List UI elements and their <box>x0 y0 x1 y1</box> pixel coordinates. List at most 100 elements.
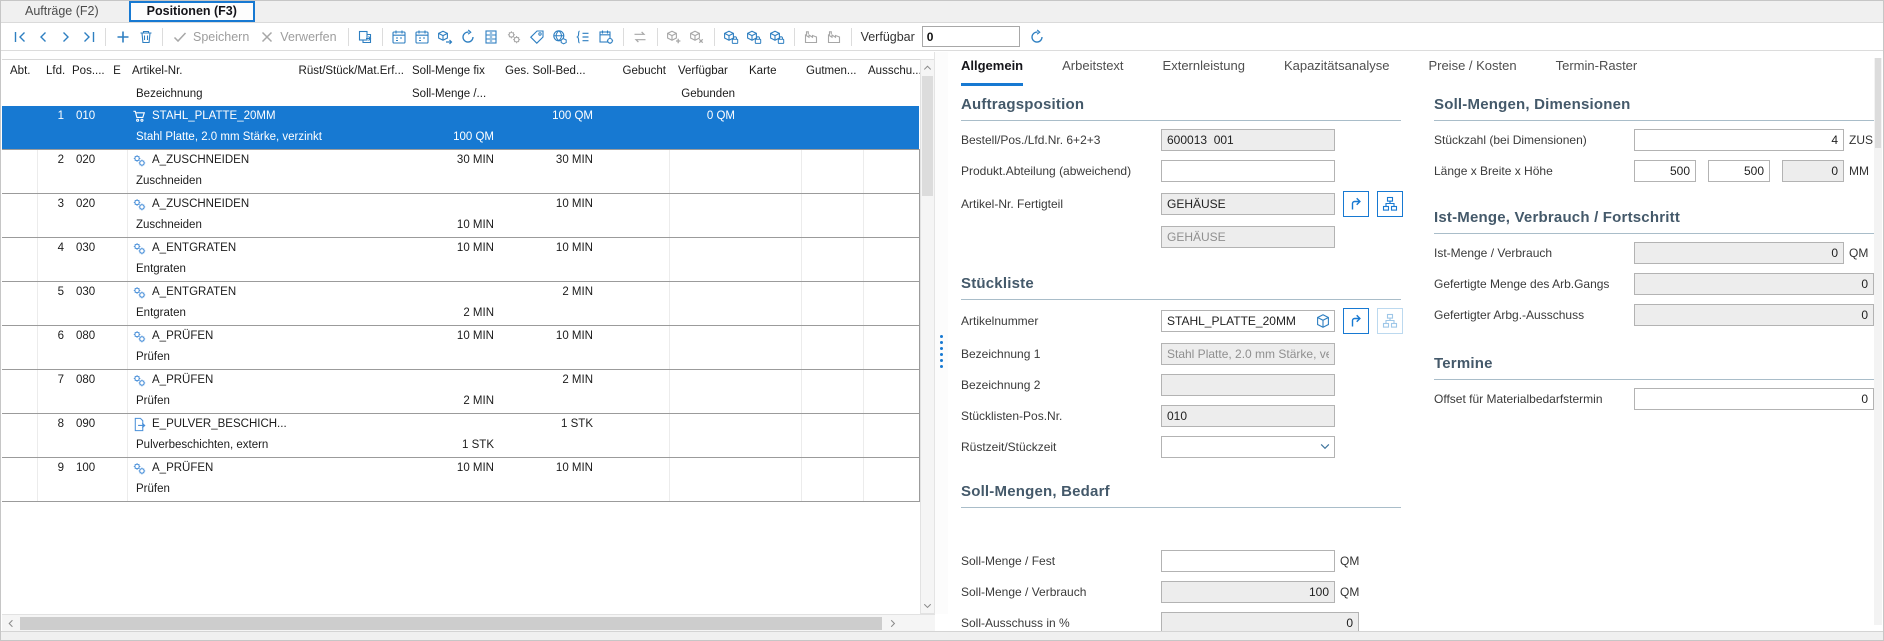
refresh-icon[interactable] <box>1028 27 1047 46</box>
col-header-karte[interactable]: Karte <box>739 60 802 83</box>
table-row[interactable]: 3 020 A_ZUSCHNEIDEN 10 MIN Zuschneiden 1… <box>2 194 920 238</box>
globe-cube-icon[interactable] <box>551 27 570 46</box>
cube-remove-icon[interactable] <box>688 27 707 46</box>
produkt-abteilung-field[interactable] <box>1161 160 1335 182</box>
cube-lock-icon[interactable] <box>745 27 764 46</box>
offset-field[interactable] <box>1634 388 1874 410</box>
first-record-icon[interactable] <box>10 27 29 46</box>
goto-article-button[interactable] <box>1343 191 1369 217</box>
bezeichnung2-field <box>1161 374 1335 396</box>
calendar-gear-icon[interactable] <box>597 27 616 46</box>
gears-icon[interactable] <box>505 27 524 46</box>
bom-structure-button[interactable] <box>1377 191 1403 217</box>
save-check-icon[interactable] <box>170 27 189 46</box>
tag-icon[interactable] <box>528 27 547 46</box>
ist-menge-field[interactable] <box>1634 242 1844 264</box>
table-row[interactable]: 6 080 A_PRÜFEN 10 MIN 10 MIN Prüfen <box>2 326 920 370</box>
fertigteil-field[interactable] <box>1161 193 1335 215</box>
bestell-field[interactable] <box>1161 129 1335 151</box>
laenge-field[interactable] <box>1634 160 1696 182</box>
col-header-soll-menge[interactable]: Soll-Menge /... <box>408 83 501 106</box>
table-row[interactable]: 5 030 A_ENTGRATEN 2 MIN Entgraten 2 MIN <box>2 282 920 326</box>
tab-auftraege[interactable]: Aufträge (F2) <box>9 1 115 22</box>
goto-article-button[interactable] <box>1343 308 1369 334</box>
breite-field[interactable] <box>1708 160 1770 182</box>
col-header-verfuegbar[interactable]: Verfügbar <box>670 60 739 83</box>
table-row[interactable]: 7 080 A_PRÜFEN 2 MIN Prüfen 2 MIN <box>2 370 920 414</box>
gears-icon <box>131 329 147 345</box>
col-header-ruest[interactable]: Rüst/Stück/Mat.Erf... <box>293 60 408 83</box>
cabinet-icon[interactable] <box>482 27 501 46</box>
col-header-bezeichnung[interactable]: Bezeichnung <box>128 83 293 106</box>
col-header-gutmenge[interactable]: Gutmen... <box>802 60 864 83</box>
hoehe-field[interactable] <box>1782 160 1844 182</box>
col-header-lfd[interactable]: Lfd. <box>38 60 68 83</box>
scrollbar-thumb[interactable] <box>1875 58 1881 148</box>
cube-plus-icon[interactable] <box>665 27 684 46</box>
scroll-down-icon[interactable] <box>921 598 934 613</box>
col-header-pos[interactable]: Pos.... <box>68 60 106 83</box>
grid-horizontal-scrollbar[interactable] <box>2 614 935 631</box>
list-icon[interactable] <box>574 27 593 46</box>
delete-row-icon[interactable] <box>136 27 155 46</box>
col-header-abt[interactable]: Abt. <box>2 60 38 83</box>
scrollbar-thumb[interactable] <box>20 617 882 630</box>
cube-lock-icon[interactable] <box>722 27 741 46</box>
factory-icon[interactable] <box>802 27 821 46</box>
soll-menge-fest-field[interactable] <box>1161 550 1335 572</box>
cell-verfuegbar <box>670 326 739 347</box>
arbg-ausschuss-field[interactable] <box>1634 304 1874 326</box>
artikelnummer-field[interactable] <box>1161 310 1335 332</box>
discard-button[interactable]: Verwerfen <box>280 30 336 44</box>
scroll-right-icon[interactable] <box>884 615 900 631</box>
tab-positionen[interactable]: Positionen (F3) <box>129 1 255 22</box>
scrollbar-thumb[interactable] <box>922 76 933 196</box>
col-header-gebucht[interactable]: Gebucht <box>602 60 670 83</box>
table-row[interactable]: 9 100 A_PRÜFEN 10 MIN 10 MIN Prüfen <box>2 458 920 502</box>
transfer-arrows-icon[interactable] <box>631 27 650 46</box>
col-header-ges-soll[interactable]: Ges. Soll-Bed... <box>501 60 602 83</box>
col-header-soll-fix[interactable]: Soll-Menge fix <box>408 60 501 83</box>
stueckzahl-field[interactable] <box>1634 129 1844 151</box>
next-record-icon[interactable] <box>56 27 75 46</box>
col-header-e[interactable]: E <box>106 60 128 83</box>
cube-arrow-icon[interactable] <box>436 27 455 46</box>
table-row[interactable]: 4 030 A_ENTGRATEN 10 MIN 10 MIN Entgrate… <box>2 238 920 282</box>
table-row[interactable]: 8 090 E_PULVER_BESCHICH... 1 STK Pulverb… <box>2 414 920 458</box>
separator <box>348 28 349 46</box>
gefertigte-menge-field[interactable] <box>1634 273 1874 295</box>
table-row[interactable]: 1 010 STAHL_PLATTE_20MM 100 QM 0 QM Stah… <box>2 106 920 150</box>
ruestzeit-field[interactable] <box>1161 436 1335 458</box>
fertigteil-label: Artikel-Nr. Fertigteil <box>961 197 1161 211</box>
splitter-handle-icon[interactable] <box>940 335 943 368</box>
stuecklisten-posnr-field[interactable] <box>1161 405 1335 427</box>
col-header-ausschuss[interactable]: Ausschu... <box>864 60 920 83</box>
save-button[interactable]: Speichern <box>193 30 249 44</box>
verfuegbar-input[interactable] <box>922 26 1020 47</box>
table-row[interactable]: 2 020 A_ZUSCHNEIDEN 30 MIN 30 MIN Zuschn… <box>2 150 920 194</box>
detail-right-column: Soll-Mengen, Dimensionen Stückzahl (bei … <box>1434 82 1876 411</box>
soll-menge-verbrauch-field[interactable] <box>1161 581 1335 603</box>
cell-soll-fix <box>408 370 501 391</box>
col-header-artikel[interactable]: Artikel-Nr. <box>128 60 293 83</box>
scroll-left-icon[interactable] <box>2 615 18 631</box>
add-row-icon[interactable] <box>113 27 132 46</box>
calendar-icon[interactable] <box>390 27 409 46</box>
cube-lock-icon[interactable] <box>768 27 787 46</box>
chevron-down-icon[interactable] <box>1319 441 1331 453</box>
copy-position-icon[interactable] <box>356 27 375 46</box>
grid-vertical-scrollbar[interactable] <box>920 59 935 614</box>
detail-vertical-scrollbar[interactable] <box>1874 58 1882 625</box>
discard-x-icon[interactable] <box>257 27 276 46</box>
refresh-cycle-icon[interactable] <box>459 27 478 46</box>
col-header-gebunden[interactable]: Gebunden <box>670 83 739 106</box>
pane-splitter[interactable] <box>934 52 948 614</box>
factory-icon[interactable] <box>825 27 844 46</box>
scroll-up-icon[interactable] <box>921 60 934 75</box>
calendar-icon[interactable] <box>413 27 432 46</box>
bom-structure-button[interactable] <box>1377 308 1403 334</box>
previous-record-icon[interactable] <box>33 27 52 46</box>
ruestzeit-select[interactable] <box>1161 436 1335 458</box>
cell-artikel: E_PULVER_BESCHICH... <box>128 414 408 435</box>
last-record-icon[interactable] <box>79 27 98 46</box>
